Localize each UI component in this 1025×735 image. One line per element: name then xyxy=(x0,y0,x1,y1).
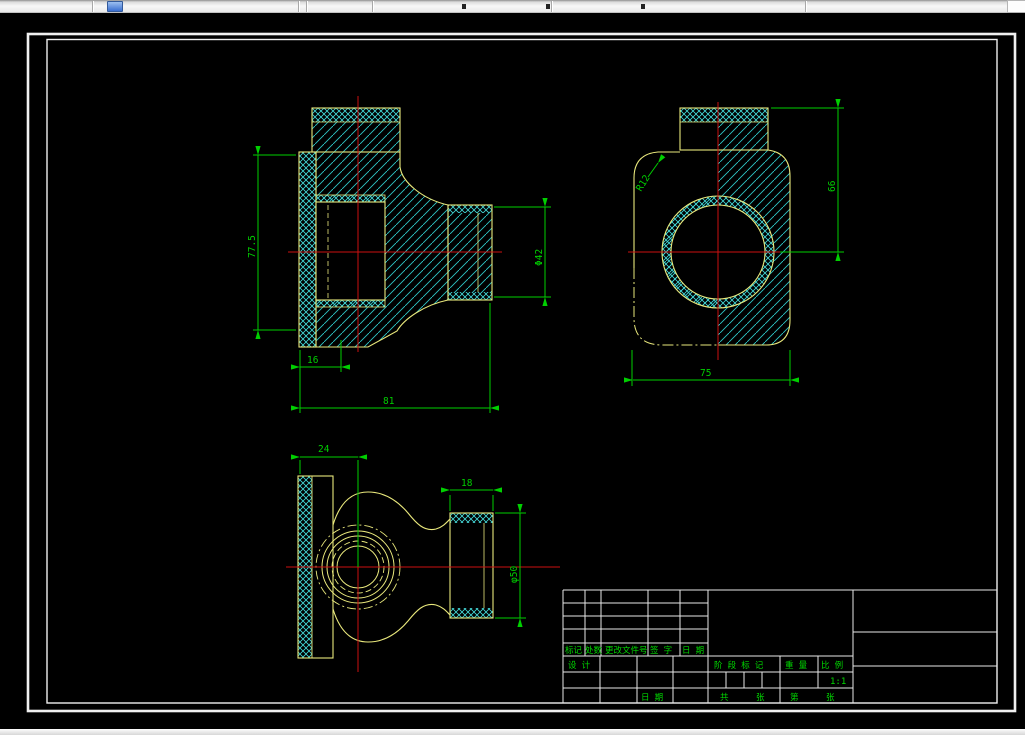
toolbar-separator xyxy=(372,1,373,12)
dimension-label: 24 xyxy=(318,444,330,455)
application-icon[interactable] xyxy=(107,1,123,12)
dimension-label: 66 xyxy=(827,180,838,192)
sheet-frame xyxy=(26,32,1017,713)
toolbar-separator xyxy=(306,1,307,12)
dimension-label: φ50 xyxy=(509,566,520,583)
titleblock-label: 共 xyxy=(720,693,729,703)
dimension-label: 77.5 xyxy=(247,235,258,258)
titleblock-label: 更改文件号 xyxy=(605,645,648,656)
title-block: 标记 处数 更改文件号 签 字 日 期 设 计 日 期 阶 段 标 记 重 量 … xyxy=(562,589,997,703)
toolbar-panel xyxy=(1007,0,1025,13)
titleblock-label: 处数 xyxy=(585,645,603,656)
titleblock-label: 比 例 xyxy=(821,660,843,671)
centerlines xyxy=(286,530,560,672)
toolbar-strip[interactable] xyxy=(0,0,1025,13)
titleblock-label: 阶 段 标 记 xyxy=(714,660,764,671)
dimension-label: 18 xyxy=(461,478,473,489)
titleblock-label: 重 量 xyxy=(785,660,808,671)
dimension-label: 81 xyxy=(383,396,395,407)
dimension-label: Φ42 xyxy=(534,249,545,266)
toolbar-separator xyxy=(298,1,299,12)
toolbar-separator xyxy=(805,1,806,12)
titleblock-label: 设 计 xyxy=(568,660,591,671)
toolbar-separator xyxy=(551,1,552,12)
cad-canvas[interactable]: 77.5 Φ42 16 81 R12 66 75 24 18 φ50 标记 处数… xyxy=(0,0,1025,735)
toolbar-separator xyxy=(92,1,93,12)
drawing-sheet[interactable]: 77.5 Φ42 16 81 R12 66 75 24 18 φ50 标记 处数… xyxy=(0,0,1025,735)
titleblock-label: 日 期 xyxy=(682,646,704,656)
toolbar-button-fragment[interactable] xyxy=(462,4,466,9)
titleblock-label: 日 期 xyxy=(641,693,663,703)
window-bottom-strip xyxy=(0,729,1025,735)
dimension-label: 16 xyxy=(307,355,319,366)
front-section-view: 77.5 Φ42 16 81 xyxy=(247,96,551,413)
titleblock-label: 张 xyxy=(756,693,765,703)
dimension-label: R12 xyxy=(634,173,652,193)
titleblock-label: 签 字 xyxy=(650,645,672,656)
titleblock-scale-value: 1:1 xyxy=(830,677,846,687)
titleblock-label: 张 xyxy=(826,693,835,703)
side-view: R12 66 75 xyxy=(624,99,844,386)
titleblock-label: 标记 xyxy=(565,645,583,656)
top-view: 24 18 φ50 xyxy=(286,444,560,672)
toolbar-button-fragment[interactable] xyxy=(641,4,645,9)
toolbar-button-fragment[interactable] xyxy=(546,4,550,9)
dimension-label: 75 xyxy=(700,368,711,379)
titleblock-label: 第 xyxy=(790,692,799,703)
